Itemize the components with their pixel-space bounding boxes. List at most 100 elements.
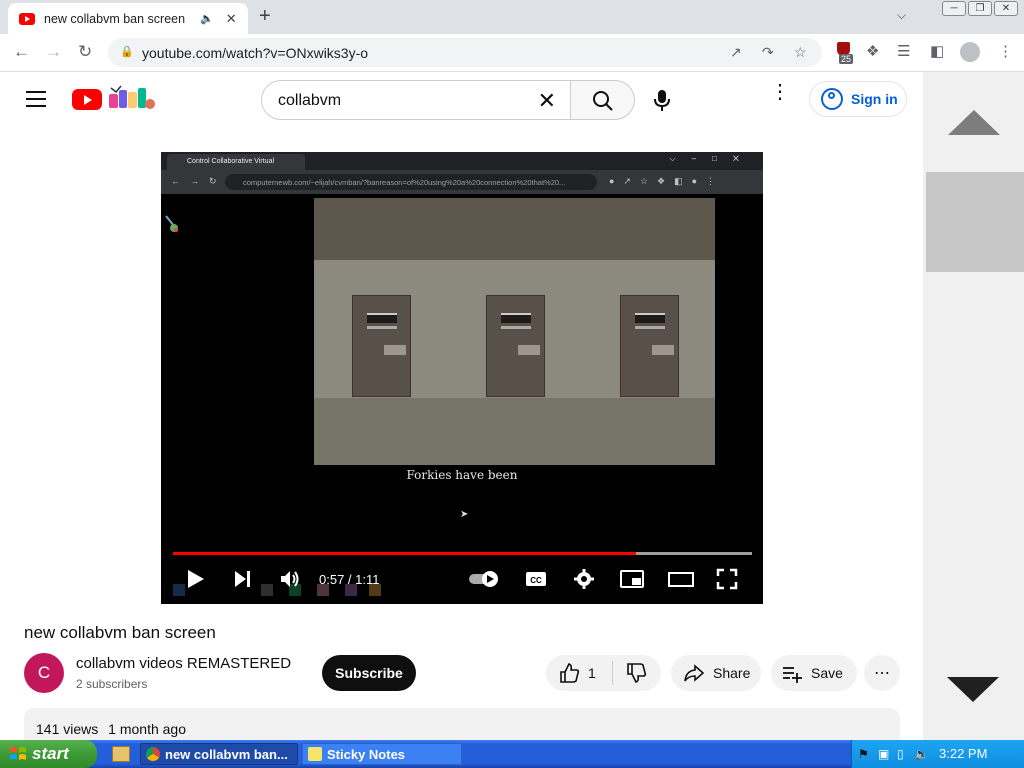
youtube-favicon-icon xyxy=(19,12,35,25)
captions-icon[interactable]: CC xyxy=(525,568,547,590)
youtube-logo-icon[interactable] xyxy=(72,89,102,110)
upload-age: 1 month ago xyxy=(108,721,186,737)
windows-taskbar: start new collabvm ban... Sticky Notes ⚑… xyxy=(0,740,1024,768)
sticky-notes-icon xyxy=(308,747,322,761)
theater-mode-icon[interactable] xyxy=(668,568,694,590)
search-query[interactable]: collabvm xyxy=(278,92,341,110)
start-button[interactable]: start xyxy=(0,740,97,768)
subscribe-button[interactable]: Subscribe xyxy=(322,655,416,691)
window-controls: ─ ❐ ✕ xyxy=(942,1,1018,16)
safely-remove-icon[interactable]: ▯ xyxy=(897,747,904,761)
more-actions-button[interactable]: ⋯ xyxy=(864,655,900,691)
play-icon[interactable] xyxy=(186,568,206,590)
back-arrow-icon[interactable]: ← xyxy=(13,42,30,62)
side-panel-icon[interactable]: ◧ xyxy=(930,42,944,60)
like-count[interactable]: 1 xyxy=(588,665,596,681)
save-button[interactable]: Save xyxy=(771,655,857,691)
close-window-button[interactable]: ✕ xyxy=(994,1,1018,16)
forward-arrow-icon[interactable]: → xyxy=(45,42,62,62)
account-circle-icon xyxy=(821,88,843,110)
bookmark-star-icon[interactable]: ☆ xyxy=(794,44,807,61)
system-tray: ⚑ ▣ ▯ 🔈 3:22 PM xyxy=(851,740,1024,768)
microphone-icon[interactable] xyxy=(651,88,673,112)
minimize-button[interactable]: ─ xyxy=(942,1,966,16)
search-input[interactable]: collabvm ✕ xyxy=(261,80,571,120)
channel-name[interactable]: collabvm videos REMASTERED xyxy=(76,655,291,672)
clear-search-icon[interactable]: ✕ xyxy=(538,88,556,114)
browser-toolbar: ← → ↻ 🔒 youtube.com/watch?v=ONxwiks3y-o … xyxy=(0,34,1024,72)
recorded-window-controls-icon: ⌵–□✕ xyxy=(669,154,755,163)
collabvm-mascot-icon xyxy=(165,215,178,232)
recorded-tab-title: Control Collaborative Virtual xyxy=(167,154,305,170)
recorded-address-row: ←→↻ computernewb.com/~elijah/cvmban/?ban… xyxy=(161,170,763,194)
video-progress-fill xyxy=(173,552,637,555)
taskbar-item-browser[interactable]: new collabvm ban... xyxy=(140,743,298,765)
cell-door xyxy=(486,295,545,397)
scroll-down-arrow-icon[interactable] xyxy=(947,677,999,702)
speaker-icon[interactable]: 🔈 xyxy=(200,12,214,25)
volume-icon[interactable] xyxy=(279,568,301,590)
scrollbar-thumb[interactable] xyxy=(926,172,1024,272)
recorded-url-text: computernewb.com/~elijah/cvmban/?banreas… xyxy=(225,174,597,190)
search-button[interactable] xyxy=(571,80,635,120)
video-time-display: 0:57 / 1:11 xyxy=(319,572,380,587)
cell-door xyxy=(352,295,411,397)
taskbar-item-sticky-notes[interactable]: Sticky Notes xyxy=(302,743,462,765)
desktop-screen: new collabvm ban screen 🔈 ✕ + ⌵ ─ ❐ ✕ ← … xyxy=(0,0,1024,768)
like-thumb-icon[interactable] xyxy=(558,662,580,684)
chrome-icon xyxy=(146,747,160,761)
recorded-toolbar-icon: ●↗☆❖◧●⋮ xyxy=(609,176,725,186)
profile-avatar-icon[interactable] xyxy=(960,42,980,62)
taskbar-item-label: Sticky Notes xyxy=(327,747,406,762)
restore-button[interactable]: ❐ xyxy=(968,1,992,16)
sign-in-label: Sign in xyxy=(851,91,898,107)
view-count: 141 views xyxy=(36,721,99,737)
share-label: Share xyxy=(713,665,751,681)
miniplayer-icon[interactable] xyxy=(620,568,644,590)
sign-in-button[interactable]: Sign in xyxy=(809,81,907,117)
settings-gear-icon[interactable] xyxy=(573,568,595,590)
save-label: Save xyxy=(811,665,843,681)
youtube-page: collabvm ✕ ⋮ Sign in Control Collaborati… xyxy=(0,72,923,740)
next-video-icon[interactable] xyxy=(233,568,253,590)
reload-icon[interactable]: ↻ xyxy=(78,42,92,62)
volume-tray-icon[interactable]: 🔈 xyxy=(914,747,929,761)
autoplay-toggle-icon[interactable] xyxy=(468,568,502,590)
url-text[interactable]: youtube.com/watch?v=ONxwiks3y-o xyxy=(142,45,368,61)
video-player[interactable]: Control Collaborative Virtual ⌵–□✕ ←→↻ c… xyxy=(161,152,763,604)
recorded-browser-tabbar: Control Collaborative Virtual ⌵–□✕ xyxy=(161,152,763,170)
recorded-nav-icon: ←→↻ xyxy=(171,176,227,186)
video-progress-bar[interactable] xyxy=(173,552,752,555)
extensions-puzzle-icon[interactable]: ❖ xyxy=(866,42,879,60)
scroll-panel xyxy=(923,72,1024,740)
more-horizontal-icon: ⋯ xyxy=(874,665,890,682)
share-page-icon[interactable]: ↷ xyxy=(762,44,774,61)
open-in-app-icon[interactable]: ↗ xyxy=(730,44,742,61)
media-control-icon[interactable]: ☰ xyxy=(897,42,910,60)
ban-screen-scene xyxy=(314,198,715,465)
fullscreen-icon[interactable] xyxy=(716,568,738,590)
channel-avatar[interactable]: C xyxy=(24,653,64,693)
close-tab-icon[interactable]: ✕ xyxy=(226,11,237,27)
new-tab-icon[interactable]: + xyxy=(259,5,271,28)
share-button[interactable]: Share xyxy=(671,655,761,691)
description-box[interactable]: 141 views 1 month ago xyxy=(24,708,900,740)
youtube-doodle-icon[interactable] xyxy=(107,84,157,114)
settings-kebab-icon[interactable]: ⋮ xyxy=(770,82,790,102)
network-icon[interactable]: ▣ xyxy=(878,747,889,761)
clock: 3:22 PM xyxy=(939,746,988,761)
tab-search-chevron-icon[interactable]: ⌵ xyxy=(897,8,906,23)
svg-text:CC: CC xyxy=(530,576,542,585)
explorer-quicklaunch-icon[interactable] xyxy=(112,746,130,762)
scroll-up-arrow-icon[interactable] xyxy=(948,110,1000,135)
taskbar-item-label: new collabvm ban... xyxy=(165,747,288,762)
hamburger-menu-icon[interactable] xyxy=(26,91,46,112)
browser-menu-icon[interactable]: ⋮ xyxy=(998,42,1013,60)
lock-icon[interactable]: 🔒 xyxy=(120,45,134,58)
bookmark-flag-icon[interactable]: ⚑ xyxy=(858,747,869,761)
windows-flag-icon xyxy=(10,747,26,760)
adblock-extension-icon[interactable]: 25 xyxy=(835,42,855,64)
browser-tab[interactable]: new collabvm ban screen 🔈 ✕ xyxy=(8,3,248,34)
address-bar[interactable]: 🔒 youtube.com/watch?v=ONxwiks3y-o ↗ ↷ ☆ xyxy=(108,38,822,67)
dislike-thumb-icon[interactable] xyxy=(625,662,647,684)
